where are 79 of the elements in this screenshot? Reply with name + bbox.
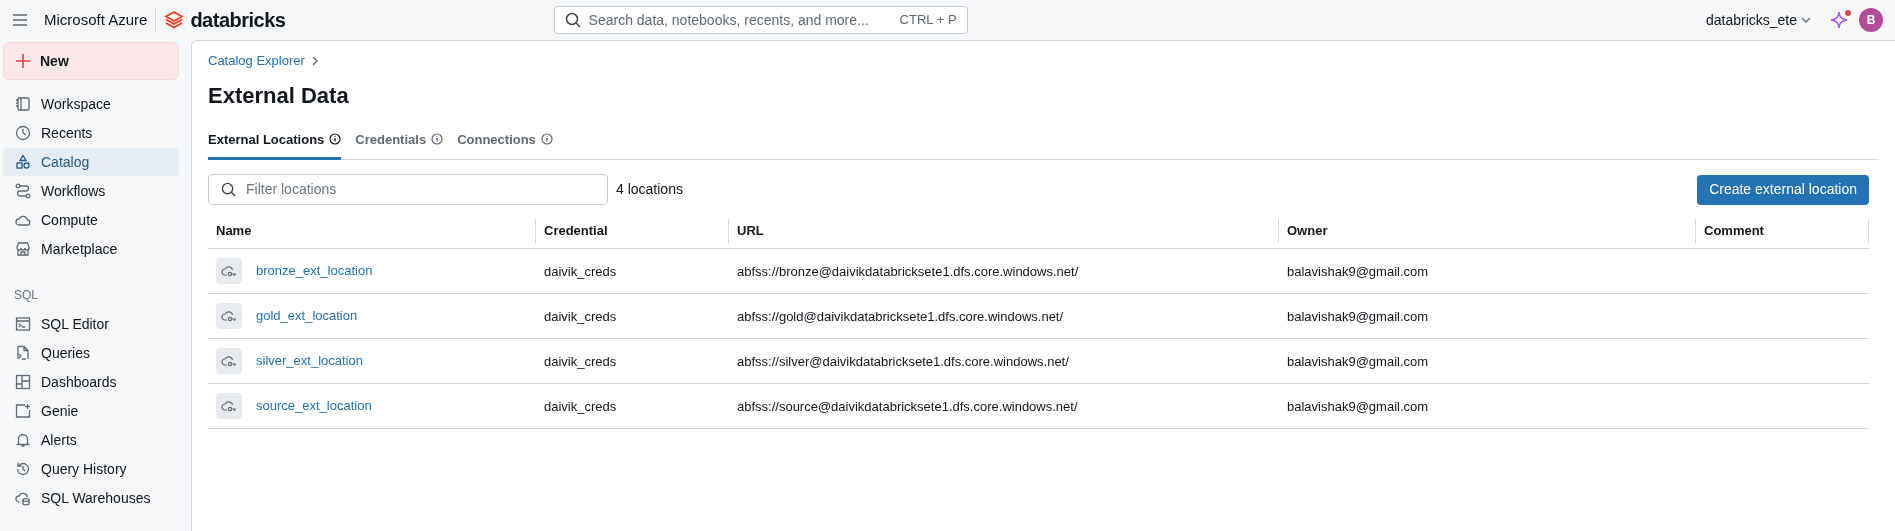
store-icon [15,241,31,257]
column-header: Name [216,221,252,240]
location-link[interactable]: bronze_ext_location [256,261,373,281]
chevron-down-icon [1801,16,1811,24]
new-button[interactable]: New [3,42,179,80]
product-logo-text: databricks [190,8,286,33]
brand-name: Microsoft Azure [44,8,157,32]
sidebar-item[interactable]: Workspace [3,90,179,118]
logo-icon [164,10,185,30]
sidebar-item[interactable]: SQL Editor [3,310,179,338]
table-cell: balavishak9@gmail.com [1287,354,1429,369]
tab[interactable]: External Locations [208,125,342,160]
bell-icon [15,432,31,448]
table-cell: balavishak9@gmail.com [1287,264,1429,279]
page-title: External Data [208,81,350,110]
shortcut-hint: CTRL + P [899,11,957,30]
section-label: SQL [13,287,39,304]
table-cell: balavishak9@gmail.com [1287,309,1429,324]
cloud-database-icon [15,490,31,506]
workspace-switcher[interactable]: databricks_ete [1705,9,1811,31]
table-cell: abfss://gold@daivikdatabricksete1.dfs.core.windows.net/ [737,309,1064,324]
filter-field[interactable]: Filter locations [208,174,608,205]
column-header: Credential [544,221,608,240]
column-header: Comment [1704,221,1764,240]
user-avatar[interactable]: B [1859,8,1883,32]
table-cell: abfss://source@daivikdatabricksete1.dfs.core.windows.net/ [737,399,1078,414]
location-count: 4 locations [616,180,683,199]
menu-icon[interactable] [12,13,28,27]
location-icon [216,258,242,284]
chevron-right-icon [310,55,319,66]
sidebar-item[interactable]: SQL Warehouses [3,484,179,512]
sidebar-item[interactable]: Recents [3,119,179,147]
sidebar-item[interactable]: Compute [3,206,179,234]
tab[interactable]: Credentials [355,125,444,160]
search-icon [221,182,236,197]
search-field[interactable]: Search data, notebooks, recents, and more... CTRL + P [553,6,968,34]
location-link[interactable]: silver_ext_location [256,351,363,371]
info-icon [540,133,553,146]
tab[interactable]: Connections [457,125,553,160]
sparkle-icon [1830,11,1848,29]
table-cell: daivik_creds [544,354,617,369]
clock-icon [15,125,31,141]
history-icon [15,461,31,477]
plus-icon [16,54,30,68]
terminal-icon [15,316,31,332]
table-cell: daivik_creds [544,399,617,414]
location-link[interactable]: gold_ext_location [256,306,358,326]
shapes-icon [15,154,31,170]
sidebar-item[interactable]: Query History [3,455,179,483]
folder-icon [15,96,31,112]
sidebar-item[interactable]: Marketplace [3,235,179,263]
table-cell: abfss://bronze@daivikdatabricksete1.dfs.core.windows.net/ [737,264,1079,279]
table-cell: abfss://silver@daivikdatabricksete1.dfs.core.windows.net/ [737,354,1069,369]
workflow-icon [15,183,31,199]
table-cell: daivik_creds [544,264,617,279]
file-code-icon [15,345,31,361]
location-icon [216,348,242,374]
dashboard-icon [15,374,31,390]
assistant-button[interactable] [1829,10,1849,30]
search-placeholder: Search data, notebooks, recents, and more... [588,10,870,30]
sidebar-item[interactable]: Queries [3,339,179,367]
column-header: URL [737,221,764,240]
table-cell: daivik_creds [544,309,617,324]
search-icon [564,12,581,28]
sidebar-item[interactable]: Genie [3,397,179,425]
info-icon [329,133,342,146]
sidebar-item[interactable]: Alerts [3,426,179,454]
location-link[interactable]: source_ext_location [256,396,372,416]
sidebar-item[interactable]: Catalog [3,148,179,176]
column-header: Owner [1287,221,1328,240]
sidebar-item[interactable]: Dashboards [3,368,179,396]
location-icon [216,393,242,419]
filter-placeholder: Filter locations [246,180,337,199]
breadcrumb-link[interactable]: Catalog Explorer [208,51,305,71]
table-cell: balavishak9@gmail.com [1287,399,1429,414]
create-external-location-button[interactable]: Create external location [1697,174,1869,205]
location-icon [216,303,242,329]
info-icon [431,133,444,146]
sidebar-item[interactable]: Workflows [3,177,179,205]
